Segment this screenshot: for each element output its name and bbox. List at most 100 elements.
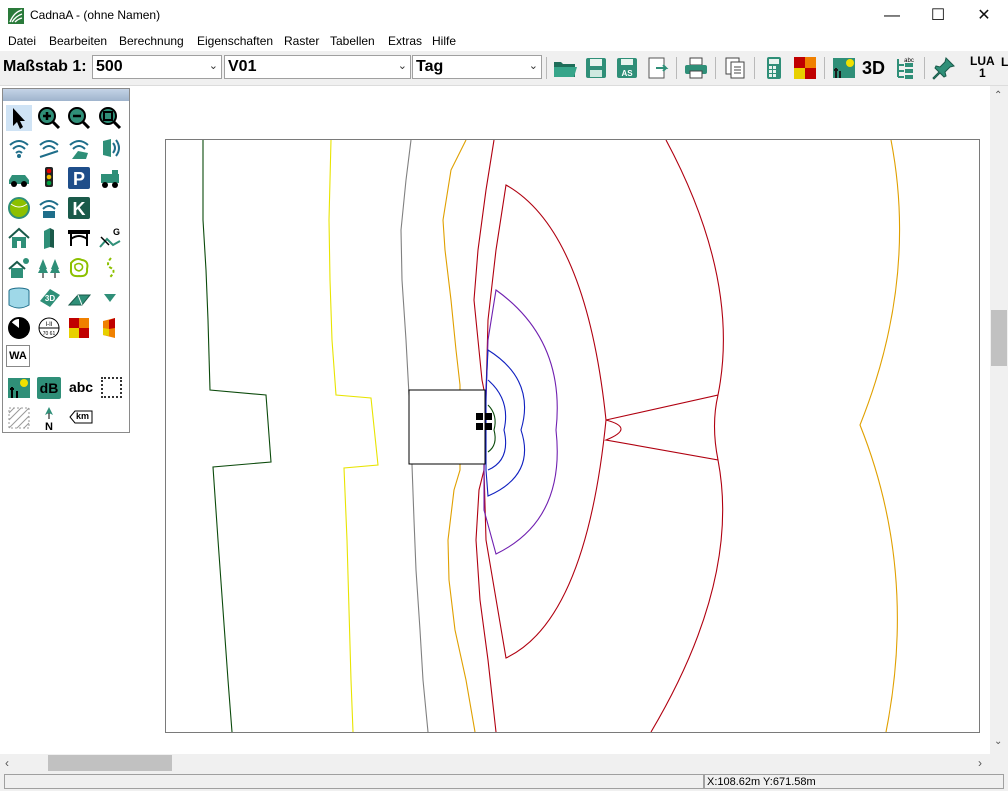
svg-text:70 61: 70 61: [43, 331, 56, 337]
minimize-button[interactable]: —: [869, 0, 915, 31]
menu-datei[interactable]: Datei: [8, 34, 36, 48]
vertical-area-source-icon[interactable]: [97, 135, 123, 161]
building-icon[interactable]: [6, 225, 32, 251]
grid-color-icon[interactable]: [66, 315, 92, 341]
db-label-button[interactable]: dB: [37, 377, 61, 399]
scroll-down-icon[interactable]: ⌄: [994, 736, 1002, 747]
north-arrow-icon[interactable]: N: [36, 405, 62, 431]
variant-select[interactable]: V01 ⌄: [224, 55, 411, 79]
noise-contour-plot: [202, 140, 901, 732]
parking-lot-icon[interactable]: P: [66, 165, 92, 191]
point-source-icon[interactable]: [6, 135, 32, 161]
menu-extras[interactable]: Extras: [388, 34, 422, 48]
frame-selection-button[interactable]: [101, 377, 122, 398]
copy-document-icon[interactable]: [721, 55, 749, 81]
close-button[interactable]: ✕: [961, 0, 1007, 31]
menu-hilfe[interactable]: Hilfe: [432, 34, 456, 48]
receiver-point-icon[interactable]: [6, 315, 32, 341]
noise-barrier-icon[interactable]: [36, 225, 62, 251]
pin-icon[interactable]: [930, 55, 958, 81]
svg-text:P: P: [73, 169, 85, 189]
contour-line: [483, 184, 607, 659]
toolbar-separator: [754, 57, 755, 79]
map-object-icon[interactable]: [6, 375, 32, 401]
grid-assessment-icon[interactable]: I-II 70 61: [36, 315, 62, 341]
chevron-down-icon: ⌄: [397, 60, 407, 72]
horizontal-scrollbar[interactable]: ‹ ›: [0, 754, 990, 772]
vertical-scrollbar[interactable]: ⌃ ⌄: [990, 86, 1008, 754]
contour-line-icon[interactable]: [97, 255, 123, 281]
object-tree-icon[interactable]: abc: [891, 55, 919, 81]
hatched-area-icon[interactable]: [6, 405, 32, 431]
svg-text:3D: 3D: [45, 294, 55, 303]
zoom-in-icon[interactable]: [36, 105, 62, 131]
status-bar: X:108.62m Y:671.58m: [0, 772, 1008, 791]
menu-raster[interactable]: Raster: [284, 34, 319, 48]
text-label-button[interactable]: abc: [67, 379, 95, 399]
zoom-window-icon[interactable]: [97, 105, 123, 131]
scroll-up-icon[interactable]: ⌃: [994, 90, 1002, 101]
cylinder-icon[interactable]: [6, 285, 32, 311]
map-view-icon[interactable]: [830, 55, 858, 81]
print-icon[interactable]: [682, 55, 710, 81]
palette-title-bar[interactable]: [3, 89, 129, 101]
horizontal-scroll-thumb[interactable]: [48, 755, 172, 771]
status-message-field: [4, 774, 704, 789]
menu-tabellen[interactable]: Tabellen: [330, 34, 375, 48]
triangle-down-icon[interactable]: [97, 285, 123, 311]
k-object-icon[interactable]: K: [66, 195, 92, 221]
grid-map-icon[interactable]: [791, 55, 819, 81]
calculator-icon[interactable]: [760, 55, 788, 81]
vegetation-icon[interactable]: [36, 255, 62, 281]
contour-area-icon[interactable]: [66, 255, 92, 281]
toolbar-separator: [924, 57, 925, 79]
3d-reflector-icon[interactable]: 3D: [36, 285, 62, 311]
scale-select[interactable]: 500 ⌄: [92, 55, 222, 79]
toolbar-separator: [676, 57, 677, 79]
period-select[interactable]: Tag ⌄: [412, 55, 542, 79]
bridge-icon[interactable]: [66, 225, 92, 251]
building[interactable]: [408, 389, 486, 465]
road-icon[interactable]: [6, 165, 32, 191]
railway-icon[interactable]: [97, 165, 123, 191]
area-source-icon[interactable]: [66, 135, 92, 161]
sports-ground-icon[interactable]: [6, 195, 32, 221]
export-icon[interactable]: [644, 55, 672, 81]
view-3d-button[interactable]: 3D: [862, 58, 885, 79]
main-toolbar: Maßstab 1: 500 ⌄ V01 ⌄ Tag ⌄ AS 3D abc L…: [0, 51, 1008, 86]
embankment-icon[interactable]: [66, 285, 92, 311]
ground-absorption-icon[interactable]: G: [97, 225, 123, 251]
lua-button[interactable]: LUA 1: [970, 55, 995, 79]
save-as-icon[interactable]: AS: [613, 55, 641, 81]
industry-source-icon[interactable]: [36, 195, 62, 221]
chevron-down-icon: ⌄: [208, 60, 218, 72]
maximize-button[interactable]: ☐: [915, 0, 961, 31]
menu-berechnung[interactable]: Berechnung: [119, 34, 184, 48]
toolbar-separator: [546, 57, 547, 79]
facade-grid-icon[interactable]: [97, 315, 123, 341]
status-coordinates-field: X:108.62m Y:671.58m: [704, 774, 1004, 789]
building-evaluation-icon[interactable]: [6, 255, 32, 281]
select-arrow-icon[interactable]: [6, 105, 32, 131]
plot-frame[interactable]: [165, 139, 980, 733]
contour-line: [604, 140, 724, 732]
scroll-left-icon[interactable]: ‹: [5, 756, 9, 770]
line-source-icon[interactable]: [36, 135, 62, 161]
zoom-out-icon[interactable]: [66, 105, 92, 131]
kilometer-marker-button[interactable]: km: [69, 410, 93, 424]
menu-bearbeiten[interactable]: Bearbeiten: [49, 34, 107, 48]
scroll-right-icon[interactable]: ›: [978, 756, 982, 770]
svg-text:K: K: [73, 199, 86, 219]
grid-assessment-label: I-II: [46, 322, 53, 328]
open-folder-icon[interactable]: [551, 55, 579, 81]
land-use-wa-button[interactable]: WA: [6, 345, 30, 367]
toolbar-cut-label[interactable]: L: [1001, 55, 1008, 69]
save-icon[interactable]: [582, 55, 610, 81]
status-coordinates: X:108.62m Y:671.58m: [707, 776, 816, 788]
menu-eigenschaften[interactable]: Eigenschaften: [197, 34, 273, 48]
traffic-light-icon[interactable]: [36, 165, 62, 191]
svg-text:AS: AS: [621, 69, 633, 78]
window-title: CadnaA - (ohne Namen): [30, 8, 161, 22]
vertical-scroll-thumb[interactable]: [991, 310, 1007, 366]
variant-value: V01: [228, 58, 257, 75]
